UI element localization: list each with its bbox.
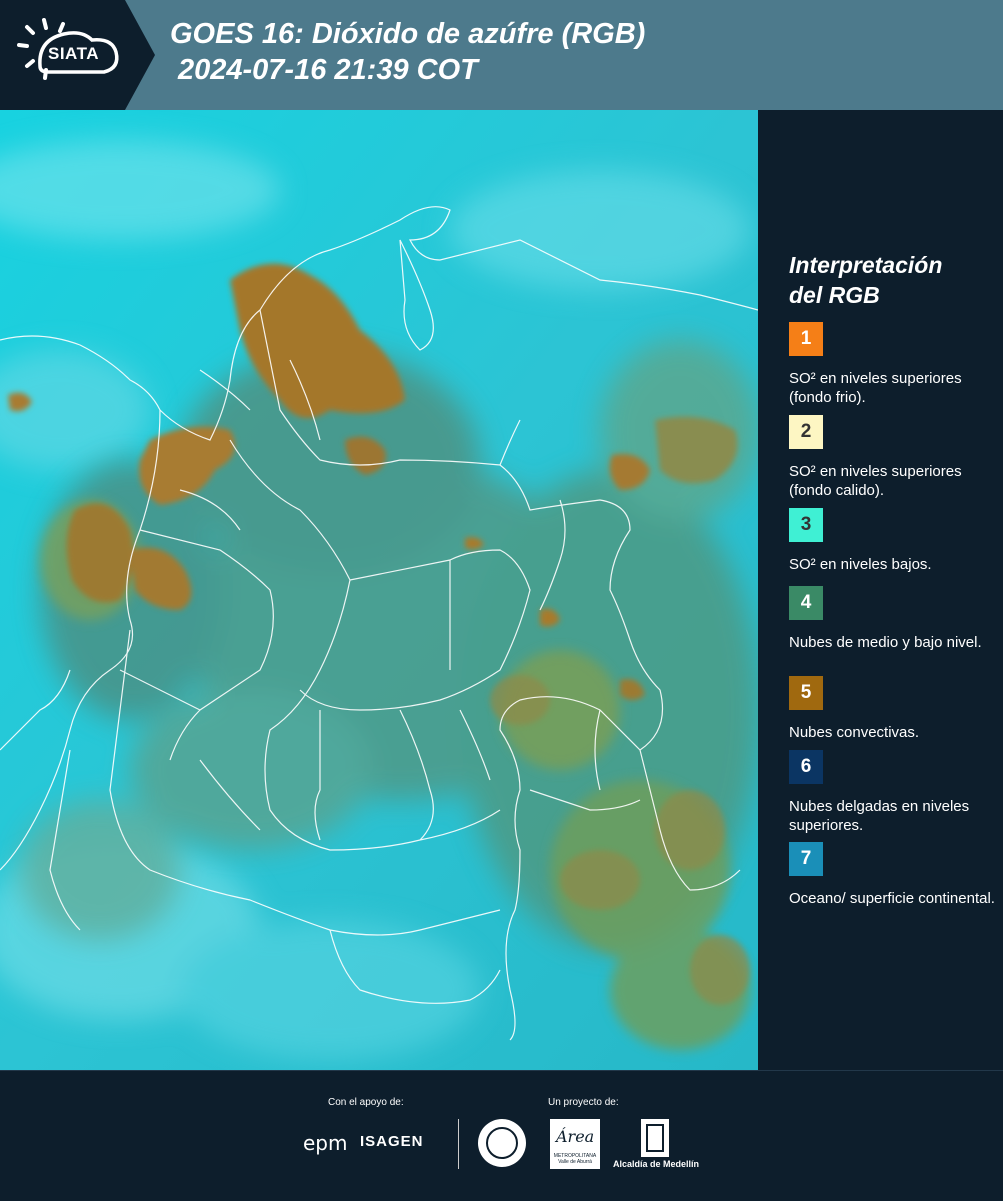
legend-text-6: Nubes delgadas en niveles superiores. bbox=[789, 798, 970, 834]
legend-swatch-1: 1 bbox=[789, 322, 823, 356]
footer: Con el apoyo de: Un proyecto de: epm ISA… bbox=[0, 1070, 1003, 1201]
legend-swatch-2: 2 bbox=[789, 415, 823, 449]
alcaldia-shield-icon bbox=[641, 1119, 669, 1157]
legend-swatch-7: 7 bbox=[789, 842, 823, 876]
legend-item-4: 4 Nubes de medio y bajo nivel. bbox=[789, 586, 999, 652]
siata-logo: SIATA bbox=[0, 0, 155, 110]
legend-swatch-5: 5 bbox=[789, 676, 823, 710]
project-label: Un proyecto de: bbox=[548, 1097, 619, 1108]
epm-logo: epm bbox=[303, 1131, 348, 1155]
legend-text-7: Oceano/ superficie continental. bbox=[789, 890, 995, 907]
area-metropolitana-logo: Área METROPOLITANA Valle de Aburrá bbox=[550, 1119, 600, 1169]
rgb-legend: Interpretación del RGB 1 SO² en niveles … bbox=[770, 110, 1003, 1070]
area-logo-subtitle: METROPOLITANA Valle de Aburrá bbox=[553, 1153, 597, 1165]
isagen-logo: ISAGEN bbox=[360, 1133, 424, 1150]
legend-item-1: 1 SO² en niveles superiores (fondo frio)… bbox=[789, 322, 999, 407]
legend-title-line-1: Interpretación bbox=[789, 252, 943, 278]
footer-divider bbox=[458, 1119, 459, 1169]
legend-item-2: 2 SO² en niveles superiores (fondo calid… bbox=[789, 415, 999, 500]
legend-item-7: 7 Oceano/ superficie continental. bbox=[789, 842, 999, 908]
satellite-map bbox=[0, 110, 758, 1070]
legend-item-5: 5 Nubes convectivas. bbox=[789, 676, 999, 742]
legend-text-4: Nubes de medio y bajo nivel. bbox=[789, 634, 982, 651]
legend-title: Interpretación del RGB bbox=[789, 250, 942, 310]
legend-text-3: SO² en niveles bajos. bbox=[789, 556, 932, 573]
legend-swatch-6: 6 bbox=[789, 750, 823, 784]
legend-item-6: 6 Nubes delgadas en niveles superiores. bbox=[789, 750, 999, 835]
title-line-1: GOES 16: Dióxido de azúfre (RGB) bbox=[170, 18, 646, 50]
legend-item-3: 3 SO² en niveles bajos. bbox=[789, 508, 999, 574]
legend-title-line-2: del RGB bbox=[789, 282, 880, 308]
legend-text-5: Nubes convectivas. bbox=[789, 724, 920, 741]
siata-logo-text: SIATA bbox=[48, 44, 99, 63]
header-bar: SIATA GOES 16: Dióxido de azúfre (RGB) 2… bbox=[0, 0, 1003, 110]
support-label: Con el apoyo de: bbox=[328, 1097, 404, 1108]
medellin-seal-icon bbox=[478, 1119, 526, 1167]
legend-swatch-4: 4 bbox=[789, 586, 823, 620]
legend-text-2: SO² en niveles superiores (fondo calido)… bbox=[789, 463, 962, 499]
page-title: GOES 16: Dióxido de azúfre (RGB) 2024-07… bbox=[170, 16, 645, 88]
alcaldia-label: Alcaldía de Medellín bbox=[613, 1159, 700, 1169]
legend-swatch-3: 3 bbox=[789, 508, 823, 542]
area-logo-word: Área bbox=[556, 1127, 595, 1146]
legend-text-1: SO² en niveles superiores (fondo frio). bbox=[789, 370, 962, 406]
title-line-2: 2024-07-16 21:39 COT bbox=[178, 54, 478, 86]
